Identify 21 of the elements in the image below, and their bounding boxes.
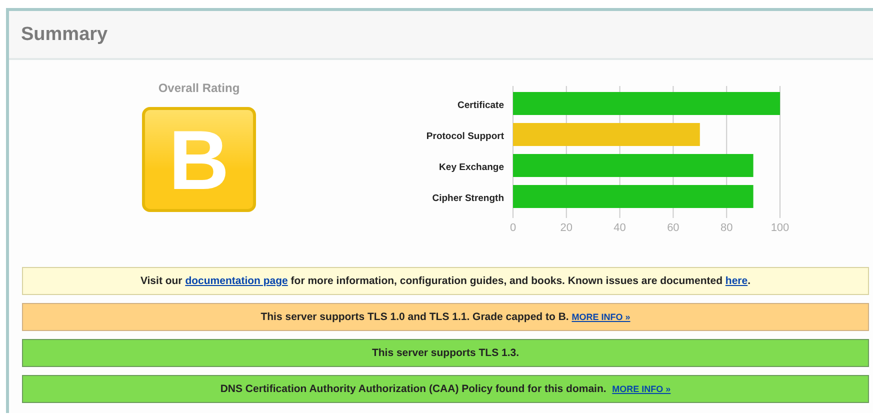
axis-tick-label: 40 — [614, 222, 626, 234]
more-info-link[interactable]: MORE INFO » — [612, 384, 671, 394]
axis-tick-label: 0 — [510, 222, 516, 234]
notice-text: Visit our documentation page for more information, configuration guides, and books. Known issues are documented here. — [140, 275, 751, 287]
notice-text: DNS Certification Authority Authorization (CAA) Policy found for this domain. MORE INFO » — [220, 383, 671, 395]
text-link[interactable]: here — [725, 275, 748, 287]
panel-title: Summary — [21, 24, 108, 46]
grade-badge: B — [142, 107, 256, 212]
axis-tick-label: 80 — [720, 222, 733, 234]
category-label: Cipher Strength — [432, 193, 504, 204]
text-link[interactable]: documentation page — [185, 275, 288, 287]
more-info-link[interactable]: MORE INFO » — [572, 312, 630, 322]
notice-text: This server supports TLS 1.0 and TLS 1.1. Grade capped to B. MORE INFO » — [260, 311, 630, 323]
category-label: Protocol Support — [426, 131, 504, 142]
axis-tick-label: 60 — [667, 222, 680, 234]
rating-label: Overall Rating — [158, 81, 240, 95]
notice-text: This server supports TLS 1.3. — [372, 347, 520, 359]
axis-tick-label: 100 — [770, 222, 790, 234]
axis-tick-label: 20 — [560, 222, 573, 234]
category-label: Certificate — [458, 100, 504, 111]
category-label: Key Exchange — [439, 162, 504, 173]
